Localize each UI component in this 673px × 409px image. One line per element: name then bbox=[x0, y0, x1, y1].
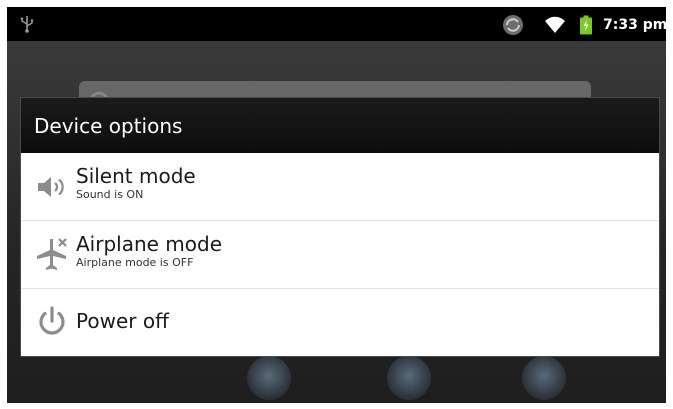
device-options-dialog: Device options Silent mode Sound is ON A… bbox=[20, 97, 660, 357]
sync-icon bbox=[503, 15, 523, 35]
device-screen: 7:33 pm Device options Silent mode Sound… bbox=[7, 7, 666, 403]
power-icon bbox=[39, 306, 65, 335]
app-shortcut bbox=[522, 356, 566, 400]
silent-mode-option[interactable]: Silent mode Sound is ON bbox=[21, 153, 659, 221]
speaker-icon bbox=[38, 177, 64, 197]
airplane-mode-option[interactable]: Airplane mode Airplane mode is OFF bbox=[21, 221, 659, 289]
status-clock: 7:33 pm bbox=[603, 17, 666, 33]
power-off-option[interactable]: Power off bbox=[21, 289, 659, 356]
dialog-header: Device options bbox=[21, 98, 659, 153]
wifi-icon bbox=[545, 16, 565, 33]
status-bar: 7:33 pm bbox=[7, 7, 666, 41]
airplane-mode-label: Airplane mode bbox=[76, 232, 223, 256]
battery-icon bbox=[580, 15, 592, 35]
power-off-label: Power off bbox=[76, 309, 169, 333]
app-shortcut bbox=[387, 356, 431, 400]
dialog-title: Device options bbox=[34, 114, 183, 138]
silent-mode-label: Silent mode bbox=[76, 164, 196, 188]
silent-mode-status: Sound is ON bbox=[76, 188, 144, 201]
airplane-icon bbox=[37, 238, 67, 270]
app-shortcut bbox=[247, 356, 291, 400]
usb-icon bbox=[20, 16, 34, 33]
airplane-mode-status: Airplane mode is OFF bbox=[76, 256, 194, 269]
